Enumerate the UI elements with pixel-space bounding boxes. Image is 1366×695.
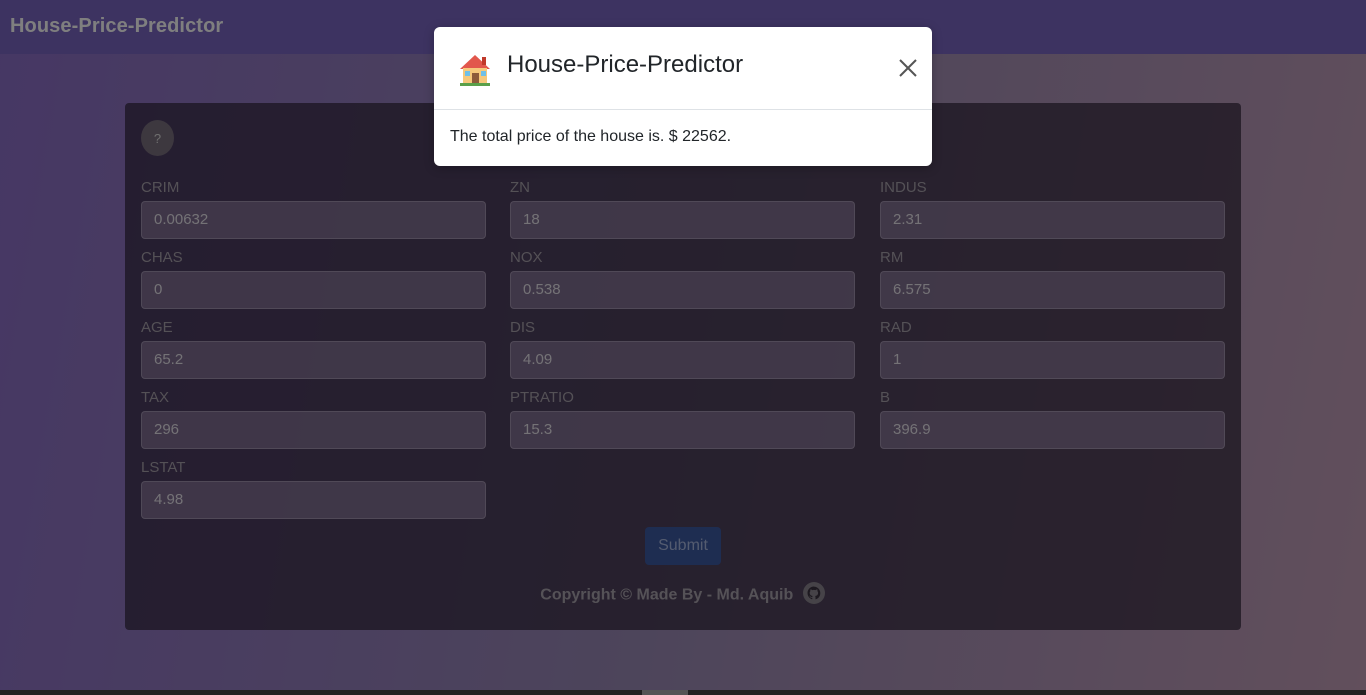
close-icon[interactable] [897,57,919,79]
modal-title: House-Price-Predictor [507,51,744,78]
modal-header: House-Price-Predictor [434,27,932,110]
house-icon [458,52,492,86]
modal-body: The total price of the house is. $ 22562… [450,128,732,145]
result-modal: House-Price-Predictor The total price of… [434,27,932,166]
scrollbar-thumb[interactable] [642,690,688,695]
